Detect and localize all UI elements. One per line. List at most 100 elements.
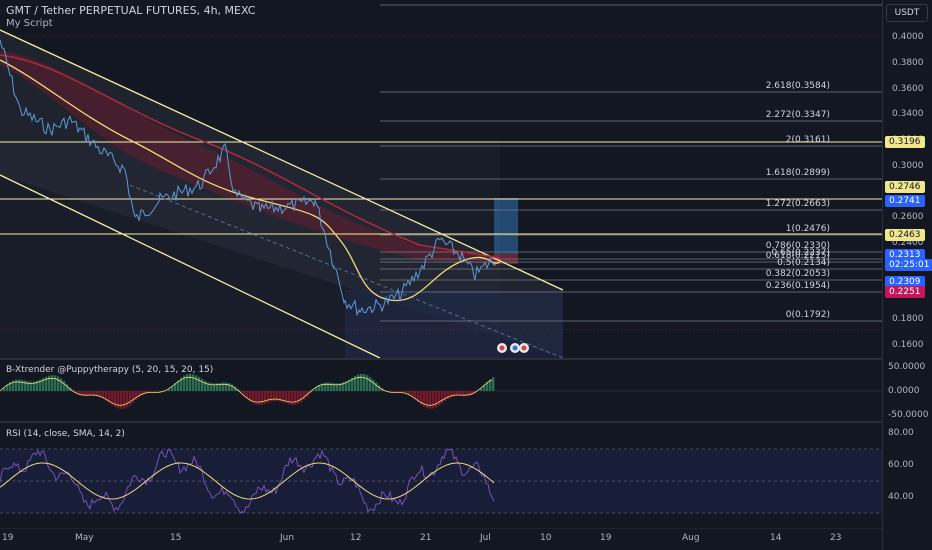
xtrender-bar xyxy=(195,375,198,391)
xtrender-bar xyxy=(192,374,195,391)
xtrender-bar xyxy=(126,391,129,408)
price-tick-label: 0.2600 xyxy=(892,212,924,222)
fib-level-label: 0.236(0.1954) xyxy=(765,281,830,291)
xtrender-bar xyxy=(360,373,363,391)
xtrender-bar xyxy=(273,391,276,402)
xtrender-bar xyxy=(120,391,123,409)
price-tick-label: 0.3400 xyxy=(892,109,924,119)
xtrender-bar xyxy=(135,391,138,401)
price-chart[interactable] xyxy=(0,0,882,550)
xtrender-bar xyxy=(225,382,228,391)
price-tag: 0.2746 xyxy=(885,181,925,193)
xtrender-bar xyxy=(330,382,333,391)
time-axis-label: 23 xyxy=(830,533,842,543)
price-tick-label: 0.3000 xyxy=(892,161,924,171)
xtrender-bar xyxy=(60,378,63,391)
rsi-tick-label: 40.00 xyxy=(888,492,914,502)
fib-level-label: 0.382(0.2053) xyxy=(765,269,830,279)
script-name[interactable]: My Script xyxy=(6,18,53,29)
time-axis-label: 21 xyxy=(420,533,432,543)
xtrender-bar xyxy=(27,381,30,391)
xtrender-bar xyxy=(207,382,210,391)
xtrender-bar xyxy=(255,391,258,405)
fib-level-label: 0(0.1792) xyxy=(785,310,830,320)
xtrender-bar xyxy=(372,379,375,391)
xtrender-bar xyxy=(228,383,231,391)
xtrender-bar xyxy=(261,391,264,405)
xtrender-bar xyxy=(15,379,18,391)
xtrender-bar xyxy=(267,391,270,403)
price-tag: 0.2741 xyxy=(885,195,925,207)
chart-area[interactable]: GMT / Tether PERPETUAL FUTURES, 4h, MEXC… xyxy=(0,0,882,550)
xtrender-bar xyxy=(24,380,27,391)
xtrender-bar xyxy=(51,375,54,391)
xtrender-bar xyxy=(54,375,57,391)
xtrender-bar xyxy=(441,391,444,404)
xtrender-bar xyxy=(435,391,438,408)
xtrender-bar xyxy=(18,379,21,391)
price-tag: 0.3196 xyxy=(885,136,925,148)
xtrender-bar xyxy=(429,391,432,409)
xtrender-bar xyxy=(363,374,366,391)
xtrender-bar xyxy=(189,373,192,391)
xtrender-bar xyxy=(204,380,207,391)
currency-selector[interactable]: USDT xyxy=(886,4,928,22)
price-tag: 0.2251 xyxy=(885,286,925,298)
fib-level-label: 1.272(0.2663) xyxy=(765,199,830,209)
time-axis-label: 14 xyxy=(770,533,782,543)
xtrender-bar xyxy=(444,391,447,402)
xtrender-bar xyxy=(57,376,60,391)
xtrender-bar xyxy=(303,391,306,400)
xtrender-bar xyxy=(123,391,126,409)
price-tick-label: 0.3800 xyxy=(892,58,924,68)
symbol-title[interactable]: GMT / Tether PERPETUAL FUTURES, 4h, MEXC xyxy=(6,4,255,17)
xtrender-tick-label: 0.0000 xyxy=(888,386,920,396)
fib-level-label: 2.618(0.3584) xyxy=(765,81,830,91)
xtrender-bar xyxy=(438,391,441,406)
xtrender-bar xyxy=(432,391,435,409)
time-axis-label: 19 xyxy=(2,533,14,543)
rsi-title[interactable]: RSI (14, close, SMA, 14, 2) xyxy=(6,429,125,439)
xtrender-bar xyxy=(138,391,141,398)
price-tag: 0.2463 xyxy=(885,229,925,241)
xtrender-bar xyxy=(30,381,33,391)
time-axis-label: Aug xyxy=(682,533,700,543)
time-axis-label: 12 xyxy=(350,533,362,543)
xtrender-bar xyxy=(222,382,225,391)
rsi-tick-label: 60.00 xyxy=(888,460,914,470)
xtrender-bar xyxy=(369,377,372,391)
xtrender-bar xyxy=(291,391,294,405)
price-tag: 02:25:01 xyxy=(885,259,932,271)
xtrender-bar xyxy=(21,380,24,391)
time-axis-label: 19 xyxy=(600,533,612,543)
xtrender-bar xyxy=(294,391,297,405)
xtrender-title[interactable]: B-Xtrender @Puppytherapy (5, 20, 15, 20,… xyxy=(6,365,213,375)
xtrender-bar xyxy=(297,391,300,404)
price-tick-label: 0.4000 xyxy=(892,32,924,42)
price-tick-label: 0.3600 xyxy=(892,84,924,94)
fib-level-label: 2(0.3161) xyxy=(785,135,830,145)
price-tick-label: 0.1800 xyxy=(892,314,924,324)
time-axis-label: May xyxy=(75,533,94,543)
xtrender-bar xyxy=(450,391,453,398)
xtrender-bar xyxy=(300,391,303,403)
xtrender-bar xyxy=(258,391,261,405)
xtrender-tick-label: 50.0000 xyxy=(888,362,926,372)
fib-level-label: 1(0.2476) xyxy=(785,224,830,234)
xtrender-tick-label: -50.0000 xyxy=(888,410,929,420)
time-axis-label: 15 xyxy=(170,533,182,543)
xtrender-bar xyxy=(117,391,120,409)
xtrender-bar xyxy=(426,391,429,409)
xtrender-bar xyxy=(186,374,189,391)
xtrender-bar xyxy=(375,382,378,391)
fib-level-label: 1.618(0.2899) xyxy=(765,168,830,178)
time-axis-label: Jun xyxy=(280,533,295,543)
xtrender-bar xyxy=(132,391,135,403)
xtrender-bar xyxy=(357,374,360,391)
rsi-tick-label: 80.00 xyxy=(888,428,914,438)
fib-level-label: 0.5(0.2134) xyxy=(777,258,830,268)
xtrender-bar xyxy=(447,391,450,400)
xtrender-bar xyxy=(48,375,51,391)
xtrender-bar xyxy=(264,391,267,404)
xtrender-bar xyxy=(201,378,204,391)
